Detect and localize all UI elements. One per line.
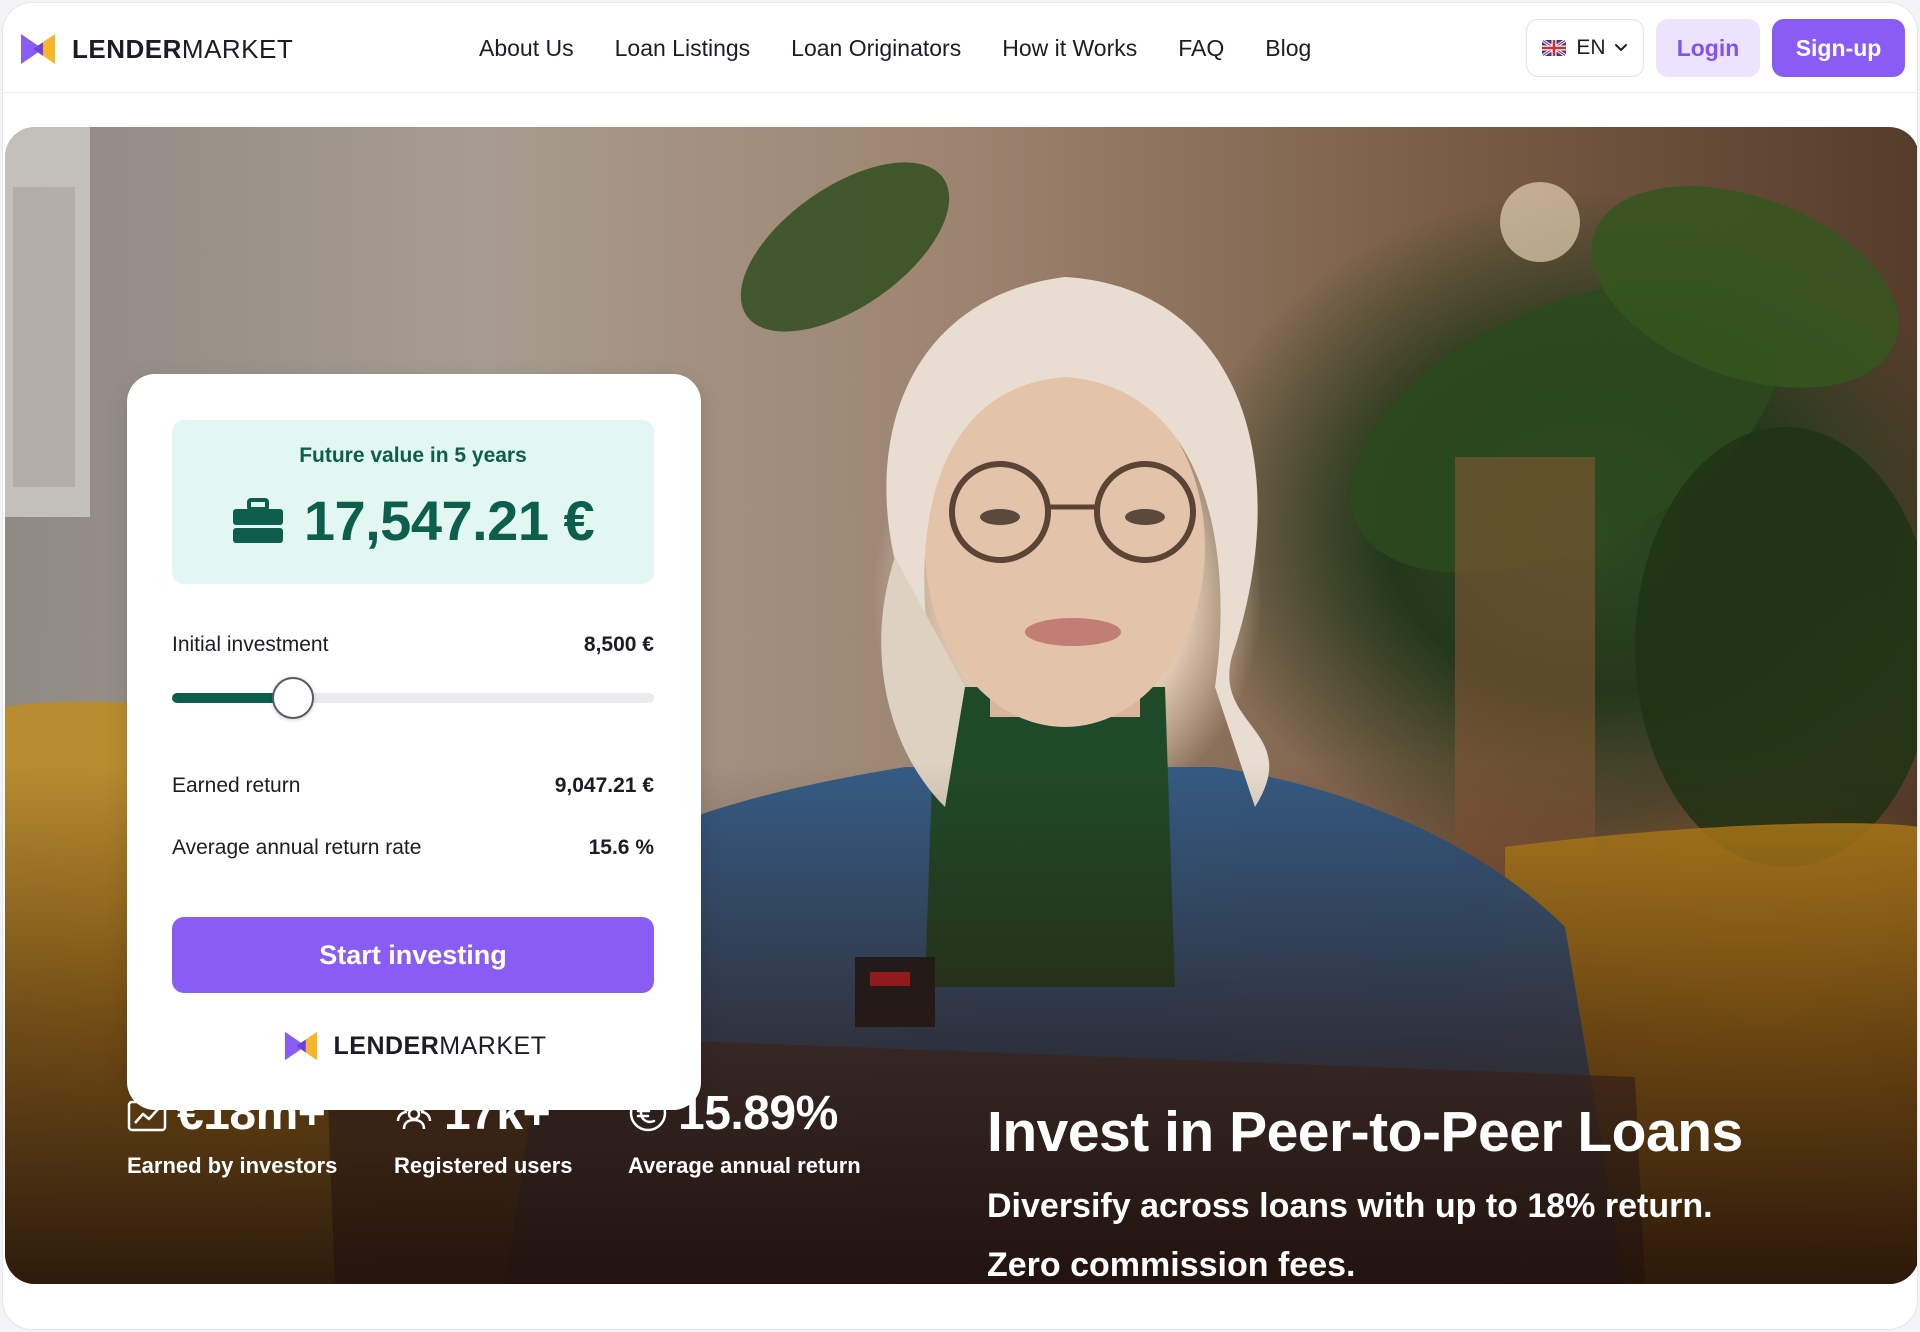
hero-title: Invest in Peer-to-Peer Loans [987, 1100, 1743, 1164]
hero-section: Future value in 5 years 17,547.21 € Init… [5, 127, 1917, 1284]
stat-return: 15.89% Average annual return [628, 1083, 861, 1179]
stat-earned-caption: Earned by investors [127, 1153, 338, 1178]
brand-wordmark: LENDERMARKET [72, 33, 294, 64]
avg-return-label: Average annual return rate [172, 836, 422, 859]
lendermarket-logo-icon [284, 1031, 317, 1061]
initial-investment-label: Initial investment [172, 633, 329, 656]
stat-users-caption: Registered users [394, 1153, 573, 1178]
investment-calculator-card: Future value in 5 years 17,547.21 € Init… [127, 374, 701, 1110]
card-brand-wordmark: LENDERMARKET [333, 1031, 547, 1060]
initial-investment-value: 8,500 € [583, 633, 654, 656]
card-brand-logo: LENDERMARKET [127, 1028, 701, 1064]
chart-briefcase-icon [127, 1094, 167, 1132]
nav-how-it-works[interactable]: How it Works [1002, 35, 1137, 62]
uk-flag-icon [1542, 40, 1567, 56]
earned-return-label: Earned return [172, 774, 301, 797]
slider-handle[interactable] [271, 677, 314, 719]
future-value-display: 17,547.21 € [172, 488, 654, 553]
nav-blog[interactable]: Blog [1265, 35, 1311, 62]
avg-return-row: Average annual return rate 15.6 % [172, 836, 654, 860]
start-investing-button[interactable]: Start investing [172, 917, 654, 993]
main-nav: About Us Loan Listings Loan Originators … [479, 3, 1352, 93]
hero-subtitle-2: Zero commission fees. [987, 1246, 1356, 1284]
stat-users-value: 17k+ [444, 1086, 551, 1140]
stat-earned-value: €18m+ [177, 1086, 326, 1140]
chevron-down-icon [1614, 44, 1627, 52]
nav-faq[interactable]: FAQ [1178, 35, 1224, 62]
brand-logo[interactable]: LENDERMARKET [19, 29, 293, 69]
avg-return-value: 15.6 % [588, 836, 654, 859]
briefcase-icon [232, 497, 283, 543]
login-button[interactable]: Login [1656, 19, 1760, 77]
lendermarket-logo-icon [21, 34, 55, 64]
future-value-amount: 17,547.21 € [303, 489, 595, 552]
signup-button[interactable]: Sign-up [1772, 19, 1905, 77]
future-value-label: Future value in 5 years [299, 444, 527, 467]
nav-loan-originators[interactable]: Loan Originators [791, 35, 961, 62]
hero-headline: Invest in Peer-to-Peer Loans Diversify a… [987, 1099, 1743, 1284]
nav-about-us[interactable]: About Us [479, 35, 574, 62]
stat-earned: €18m+ Earned by investors [127, 1083, 337, 1179]
euro-coin-icon [629, 1094, 667, 1132]
nav-loan-listings[interactable]: Loan Listings [615, 35, 751, 62]
stat-return-caption: Average annual return [628, 1153, 861, 1178]
initial-investment-row: Initial investment 8,500 € [172, 633, 654, 657]
language-selector[interactable]: EN [1526, 19, 1644, 77]
stat-users: 17k+ Registered users [394, 1083, 573, 1179]
stat-return-value: 15.89% [678, 1086, 838, 1140]
users-icon [396, 1098, 432, 1130]
hero-subtitle: Diversify across loans with up to 18% re… [987, 1187, 1713, 1225]
site-header: LENDERMARKET About Us Loan Listings Loan… [3, 3, 1917, 93]
language-label: EN [1576, 36, 1606, 59]
investment-slider[interactable] [172, 677, 654, 719]
browser-frame: LENDERMARKET About Us Loan Listings Loan… [2, 2, 1918, 1330]
earned-return-value: 9,047.21 € [554, 774, 654, 797]
earned-return-row: Earned return 9,047.21 € [172, 774, 654, 798]
future-value-box: Future value in 5 years 17,547.21 € [172, 420, 654, 584]
